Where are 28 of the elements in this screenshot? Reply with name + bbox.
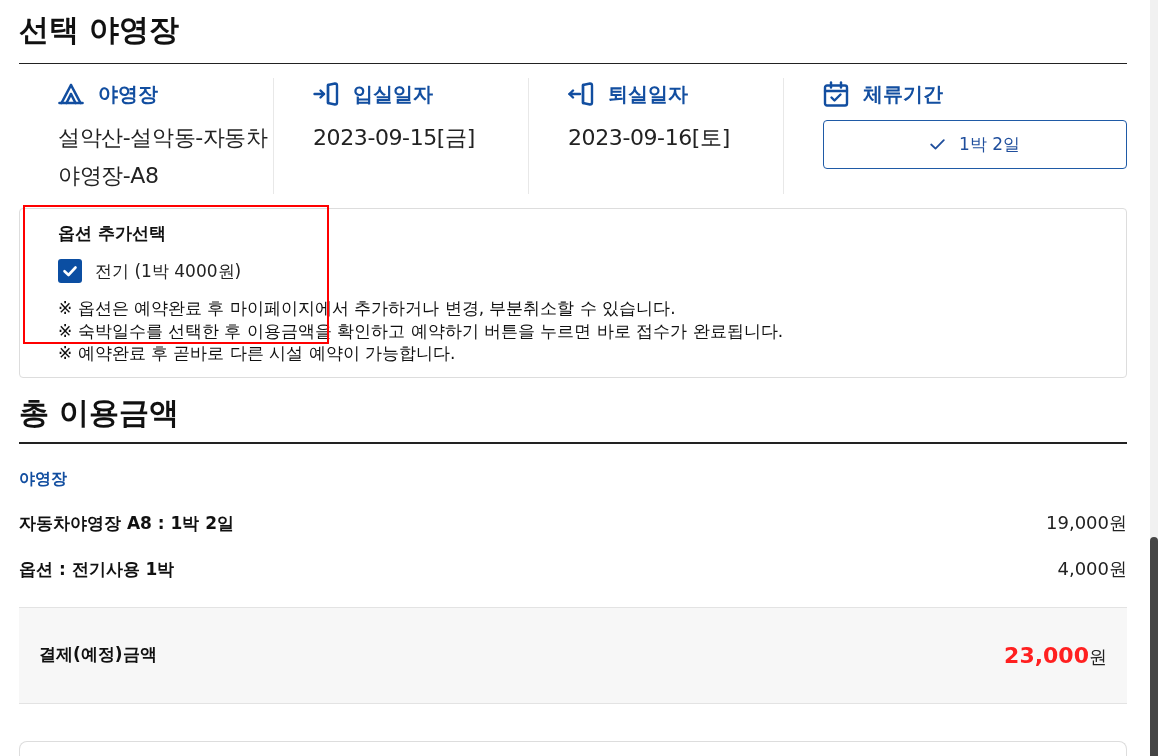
category-heading: 야영장 — [19, 467, 68, 490]
options-title: 옵션 추가선택 — [58, 222, 167, 244]
tent-icon — [58, 83, 84, 105]
currency-unit: 원 — [1089, 645, 1107, 667]
item-label: 옵션 : 전기사용 1박 — [19, 557, 175, 581]
column-label: 입실일자 — [353, 81, 433, 108]
section-title: 선택 야영장 — [19, 0, 1127, 64]
section-title: 총 이용금액 — [19, 392, 1127, 444]
door-enter-icon — [313, 82, 339, 106]
column-value: 설악산-설악동-자동차야영장-A8 — [58, 124, 269, 190]
total-amount: 23,000 — [1004, 642, 1089, 668]
checkbox[interactable] — [58, 259, 82, 283]
duration-button[interactable]: 1박 2일 — [823, 120, 1127, 169]
item-amount: 4,000원 — [1057, 556, 1127, 581]
column-value: 2023-09-15[금] — [313, 124, 476, 152]
scrollbar-thumb[interactable] — [1150, 537, 1158, 756]
check-icon — [929, 139, 945, 150]
item-label: 자동차야영장 A8 : 1박 2일 — [19, 511, 235, 535]
payment-label: 결제(예정)금액 — [39, 643, 157, 667]
note-text: ※ 예약완료 후 곧바로 다른 시설 예약이 가능합니다. — [58, 342, 457, 365]
column-value: 2023-09-16[토] — [568, 124, 731, 152]
calendar-check-icon — [823, 81, 849, 107]
door-exit-icon — [568, 82, 594, 106]
item-amount: 19,000원 — [1046, 510, 1127, 535]
column-label: 야영장 — [98, 81, 158, 108]
column-label: 퇴실일자 — [608, 81, 688, 108]
column-label: 체류기간 — [863, 81, 943, 108]
option-label: 전기 (1박 4000원) — [95, 260, 242, 283]
